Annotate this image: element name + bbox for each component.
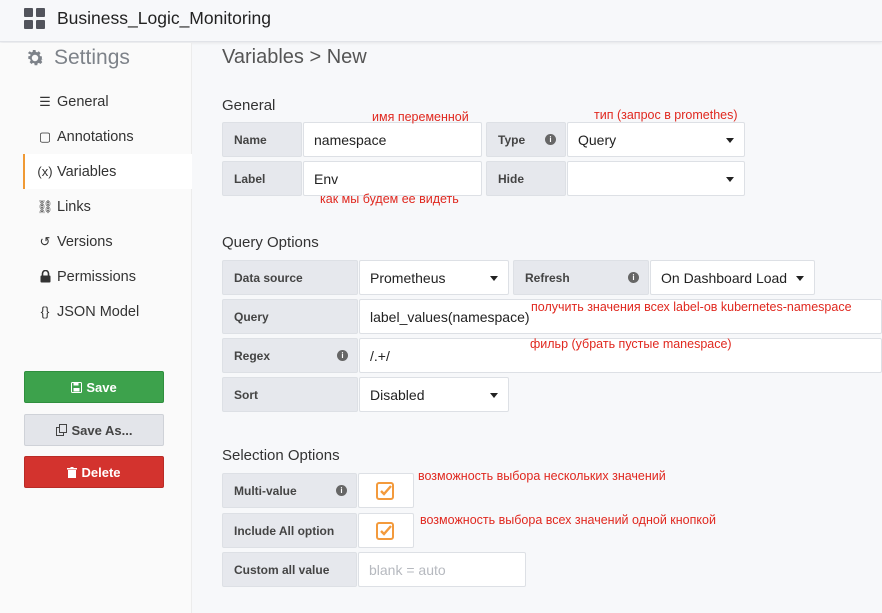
sidebar-item-annotations[interactable]: ▢ Annotations — [23, 119, 192, 154]
info-icon[interactable]: i — [336, 485, 347, 496]
include-all-label: Include All option — [222, 513, 357, 548]
sidebar-item-permissions[interactable]: Permissions — [23, 259, 192, 294]
include-all-checkbox[interactable] — [358, 513, 414, 548]
sidebar-item-label: General — [57, 93, 109, 110]
annotation-include-all: возможность выбора всех значений одной к… — [420, 513, 716, 527]
label-input[interactable]: Env — [303, 161, 482, 196]
checkmark-icon — [376, 482, 394, 500]
sidebar-item-versions[interactable]: ↺ Versions — [23, 224, 192, 259]
custom-all-label: Custom all value — [222, 552, 357, 587]
floppy-icon — [71, 381, 83, 393]
variable-icon: (x) — [37, 164, 53, 179]
section-selection-options-title: Selection Options — [222, 447, 340, 464]
chevron-down-icon — [726, 138, 734, 143]
name-label: Name — [222, 122, 302, 157]
sidebar-item-label: Permissions — [57, 268, 136, 285]
sort-select[interactable]: Disabled — [359, 377, 509, 412]
copy-icon — [55, 424, 67, 436]
sidebar-item-label: JSON Model — [57, 303, 140, 320]
annotation-regex: фильр (убрать пустые manespace) — [530, 337, 732, 351]
annotation-type: тип (запрос в promethes) — [594, 108, 738, 122]
section-general-title: General — [222, 97, 276, 114]
section-query-options-title: Query Options — [222, 234, 319, 251]
info-icon[interactable]: i — [628, 272, 639, 283]
info-icon[interactable]: i — [337, 350, 348, 361]
settings-title: Settings — [54, 46, 130, 69]
link-icon: ⛓ — [36, 198, 54, 214]
dashboard-title[interactable]: Business_Logic_Monitoring — [57, 8, 271, 29]
chevron-down-icon — [796, 276, 804, 281]
chevron-down-icon — [726, 177, 734, 182]
chevron-down-icon — [490, 276, 498, 281]
comment-icon: ▢ — [38, 128, 52, 144]
label-label: Label — [222, 161, 302, 196]
type-label: Type i — [486, 122, 566, 157]
settings-heading: Settings — [24, 46, 130, 70]
annotation-label: как мы будем ее видеть — [320, 192, 459, 206]
chevron-down-icon — [490, 393, 498, 398]
refresh-select[interactable]: On Dashboard Load — [650, 260, 815, 295]
sidebar-item-variables[interactable]: (x) Variables — [23, 154, 192, 189]
hide-label: Hide — [486, 161, 566, 196]
save-as-button[interactable]: Save As... — [24, 414, 164, 446]
info-icon[interactable]: i — [545, 134, 556, 145]
dashboard-grid-icon[interactable] — [24, 8, 45, 29]
name-input[interactable]: namespace — [303, 122, 482, 157]
gear-icon — [27, 50, 44, 66]
top-navbar: Business_Logic_Monitoring — [0, 0, 882, 42]
annotation-variable-name: имя переменной — [372, 110, 469, 124]
history-icon: ↺ — [39, 233, 51, 249]
sidebar-item-label: Variables — [57, 163, 117, 180]
sort-label: Sort — [222, 377, 358, 412]
datasource-select[interactable]: Prometheus — [359, 260, 509, 295]
multi-value-checkbox[interactable] — [358, 473, 414, 508]
sidebar-item-json-model[interactable]: {} JSON Model — [23, 294, 192, 329]
custom-all-input[interactable]: blank = auto — [358, 552, 526, 587]
multi-value-label: Multi-value i — [222, 473, 357, 508]
json-icon: {} — [40, 304, 50, 319]
delete-button[interactable]: Delete — [24, 456, 164, 488]
sidebar-item-links[interactable]: ⛓ Links — [23, 189, 192, 224]
regex-label: Regex i — [222, 338, 358, 373]
sidebar-item-general[interactable]: ☰ General — [23, 84, 192, 119]
save-button[interactable]: Save — [24, 371, 164, 403]
lock-icon — [35, 270, 55, 283]
hide-select[interactable] — [567, 161, 745, 196]
trash-icon — [67, 466, 78, 478]
type-select[interactable]: Query — [567, 122, 745, 157]
sliders-icon: ☰ — [39, 93, 51, 109]
annotation-multi-value: возможность выбора нескольких значений — [418, 469, 666, 483]
sidebar-item-label: Versions — [57, 233, 113, 250]
datasource-label: Data source — [222, 260, 358, 295]
sidebar-item-label: Links — [57, 198, 91, 215]
annotation-query: получить значения всех label-ов kubernet… — [531, 300, 852, 314]
sidebar-item-label: Annotations — [57, 128, 134, 145]
refresh-label: Refresh i — [513, 260, 649, 295]
page-title: Variables > New — [222, 46, 367, 68]
query-label: Query — [222, 299, 358, 334]
checkmark-icon — [376, 522, 394, 540]
